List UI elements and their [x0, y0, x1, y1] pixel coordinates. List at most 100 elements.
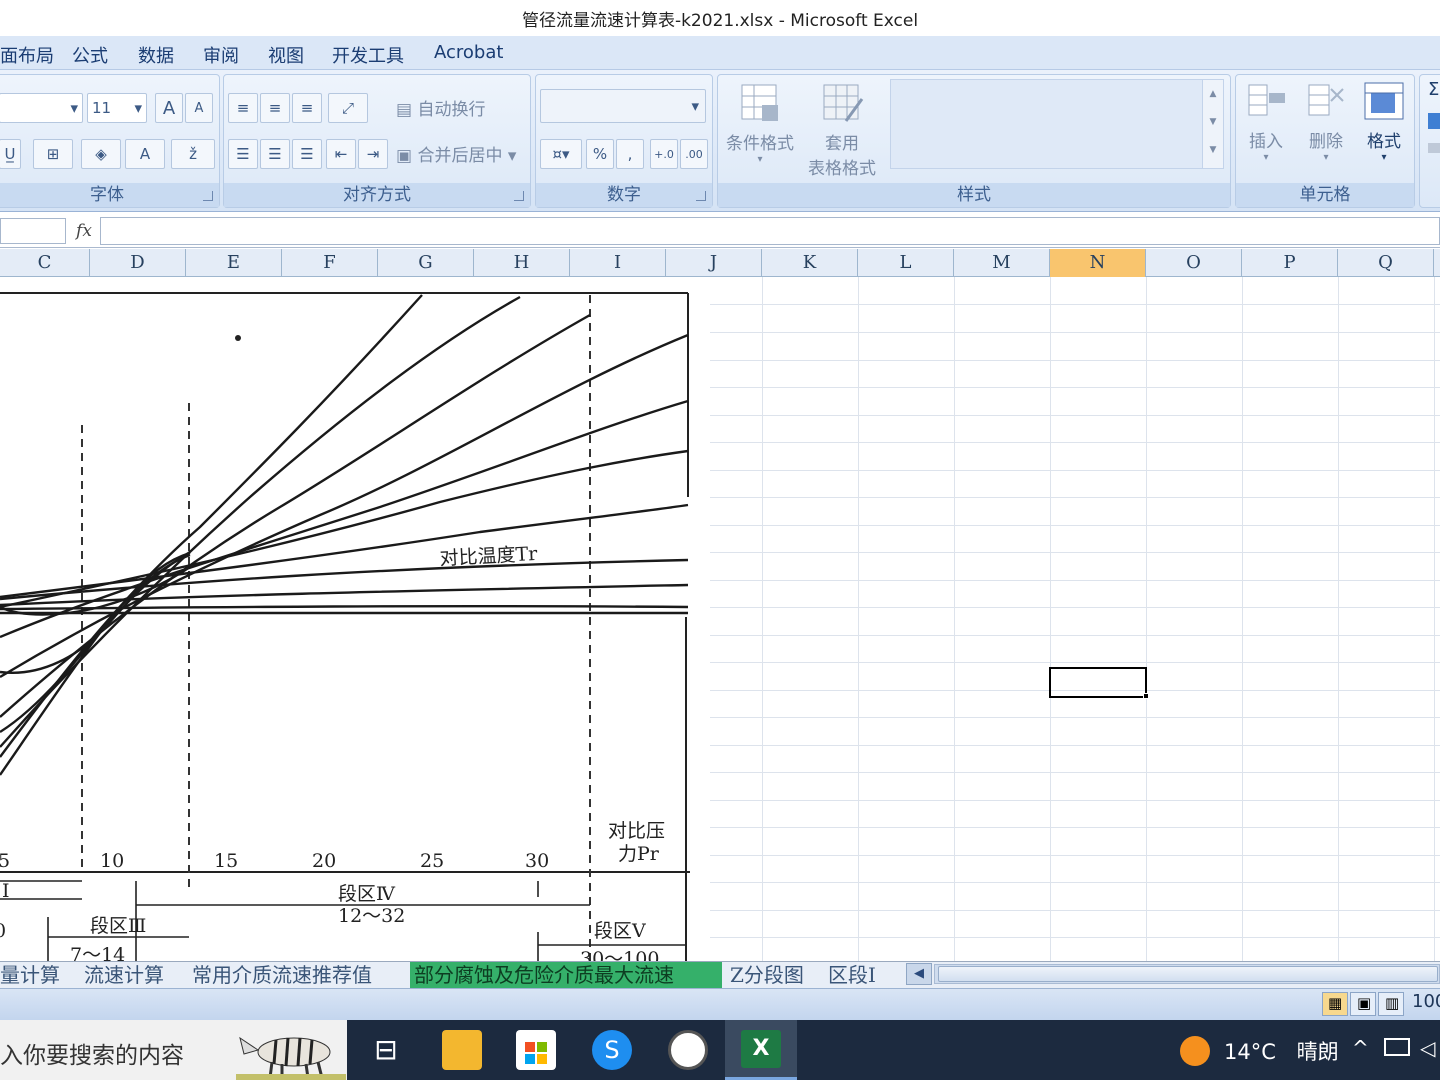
align-right-button[interactable]: ☰ [292, 139, 322, 169]
insert-button[interactable]: 插入 ▾ [1238, 79, 1294, 179]
dialog-launcher-icon[interactable] [203, 191, 213, 201]
column-header-f[interactable]: F [282, 249, 378, 277]
page-layout-view-button[interactable]: ▣ [1350, 992, 1376, 1016]
fill-color-button[interactable]: ◈ [81, 139, 121, 169]
selected-cell[interactable] [1049, 667, 1147, 698]
embedded-chart-picture[interactable]: 5 10 15 20 25 30 对比温度Tr 对比压 力Pr 段区Ⅳ 12～3… [0, 277, 710, 961]
column-header-c[interactable]: C [0, 249, 90, 277]
column-header-o[interactable]: O [1146, 249, 1242, 277]
percent-button[interactable]: % [586, 139, 614, 169]
font-size-dropdown[interactable]: 11 ▾ [87, 93, 147, 123]
format-button[interactable]: 格式 ▾ [1356, 79, 1412, 179]
increase-decimal-button[interactable]: +.0 [650, 139, 678, 169]
column-header-d[interactable]: D [90, 249, 186, 277]
clock-app-icon[interactable] [668, 1030, 708, 1070]
align-left-button[interactable]: ☰ [228, 139, 258, 169]
sheet-tab-velocity-calc[interactable]: 流速计算 [80, 962, 168, 989]
sheet-tab-segment-i[interactable]: 区段Ⅰ [824, 962, 880, 989]
column-header-q[interactable]: Q [1338, 249, 1434, 277]
tab-developer[interactable]: 开发工具 [332, 42, 404, 68]
tab-page-layout[interactable]: 页面布局 [0, 42, 54, 68]
increase-indent-button[interactable]: ⇥ [358, 139, 388, 169]
column-header-n[interactable]: N [1050, 249, 1146, 277]
grow-font-button[interactable]: A [155, 93, 183, 123]
bottom-align-button[interactable]: ≡ [292, 93, 322, 123]
column-header-p[interactable]: P [1242, 249, 1338, 277]
wrap-text-button[interactable]: ▤ 自动换行 [396, 95, 485, 120]
chevron-up-icon[interactable]: ^ [1352, 1036, 1369, 1060]
dialog-launcher-icon[interactable] [514, 191, 524, 201]
name-box[interactable] [0, 218, 66, 244]
wrap-text-label: 自动换行 [417, 100, 486, 120]
delete-label: 删除 [1309, 132, 1343, 152]
weather-sun-icon[interactable] [1180, 1036, 1210, 1066]
font-name-dropdown[interactable]: ▾ [0, 93, 83, 123]
decrease-decimal-button[interactable]: .00 [680, 139, 708, 169]
accounting-button[interactable]: ¤▾ [540, 139, 582, 169]
store-icon[interactable] [516, 1030, 556, 1070]
column-header-m[interactable]: M [954, 249, 1050, 277]
volume-icon[interactable]: ◁ [1420, 1036, 1435, 1060]
weather-text[interactable]: 14°C 晴朗 [1224, 1036, 1339, 1066]
underline-button[interactable]: U̲ [0, 139, 21, 169]
column-header-i[interactable]: I [570, 249, 666, 277]
tab-data[interactable]: 数据 [138, 42, 174, 68]
sheet-tab-max-velocity[interactable]: 部分腐蚀及危险介质最大流速 [410, 962, 722, 989]
worksheet-grid[interactable]: 5 10 15 20 25 30 对比温度Tr 对比压 力Pr 段区Ⅳ 12～3… [0, 277, 1440, 961]
borders-button[interactable]: ⊞ [33, 139, 73, 169]
sheet-tab-recommended-velocity[interactable]: 常用介质流速推荐值 [188, 962, 376, 989]
shrink-font-button[interactable]: A [185, 93, 213, 123]
column-header-j[interactable]: J [666, 249, 762, 277]
column-header-k[interactable]: K [762, 249, 858, 277]
tab-review[interactable]: 审阅 [203, 42, 239, 68]
top-align-button[interactable]: ≡ [228, 93, 258, 123]
number-format-dropdown[interactable]: ▾ [540, 89, 706, 123]
weather-desc: 晴朗 [1296, 1040, 1339, 1064]
formula-input[interactable] [100, 217, 1440, 245]
decrease-indent-button[interactable]: ⇤ [326, 139, 356, 169]
fill-handle[interactable] [1143, 693, 1149, 699]
more-icon[interactable]: ▼ [1203, 136, 1223, 164]
file-explorer-icon[interactable] [442, 1030, 482, 1070]
column-header-e[interactable]: E [186, 249, 282, 277]
orientation-button[interactable]: ⤢ [328, 93, 368, 123]
column-header-g[interactable]: G [378, 249, 474, 277]
chevron-up-icon[interactable]: ▲ [1203, 80, 1223, 108]
align-center-button[interactable]: ☰ [260, 139, 290, 169]
column-header-h[interactable]: H [474, 249, 570, 277]
horizontal-scroll-thumb[interactable] [938, 966, 1438, 982]
zoom-level[interactable]: 100 [1412, 991, 1440, 1012]
tab-acrobat[interactable]: Acrobat [434, 42, 503, 63]
insert-function-button[interactable]: fx [70, 218, 98, 244]
cells-group-label: 单元格 [1236, 183, 1414, 207]
autosum-icon[interactable]: Σ [1428, 79, 1439, 100]
format-as-table-button[interactable]: 套用 表格格式 [800, 79, 884, 179]
chevron-down-icon[interactable]: ▼ [1203, 108, 1223, 136]
clear-icon[interactable] [1428, 143, 1440, 153]
task-view-icon[interactable]: ⊟ [366, 1030, 406, 1070]
sheet-tab-flow-calc[interactable]: 量计算 [0, 962, 64, 989]
page-break-view-button[interactable]: ▥ [1378, 992, 1404, 1016]
normal-view-button[interactable]: ▦ [1322, 992, 1348, 1016]
cell-styles-gallery[interactable] [890, 79, 1206, 169]
delete-button[interactable]: 删除 ▾ [1298, 79, 1354, 179]
comma-button[interactable]: , [616, 139, 644, 169]
tab-scroll-left-button[interactable]: ◀ [906, 963, 932, 985]
fill-icon[interactable] [1428, 113, 1440, 129]
chevron-down-icon: ▾ [70, 99, 78, 117]
merge-center-button[interactable]: ▣ 合并后居中 ▾ [396, 141, 516, 166]
middle-align-button[interactable]: ≡ [260, 93, 290, 123]
sheet-tab-z-segment[interactable]: Z分段图 [726, 962, 808, 989]
conditional-format-button[interactable]: 条件格式 ▾ [722, 79, 798, 179]
column-header-l[interactable]: L [858, 249, 954, 277]
dialog-launcher-icon[interactable] [696, 191, 706, 201]
sogou-icon[interactable]: S [592, 1030, 632, 1070]
phonetic-button[interactable]: ž [171, 139, 215, 169]
network-icon[interactable] [1384, 1038, 1410, 1056]
taskbar-excel-active[interactable]: X [725, 1020, 797, 1080]
tab-view[interactable]: 视图 [268, 42, 304, 68]
table-style-icon [823, 84, 864, 122]
tab-formulas[interactable]: 公式 [72, 42, 108, 68]
font-color-button[interactable]: A [125, 139, 165, 169]
gallery-scroll[interactable]: ▲ ▼ ▼ [1202, 79, 1224, 169]
